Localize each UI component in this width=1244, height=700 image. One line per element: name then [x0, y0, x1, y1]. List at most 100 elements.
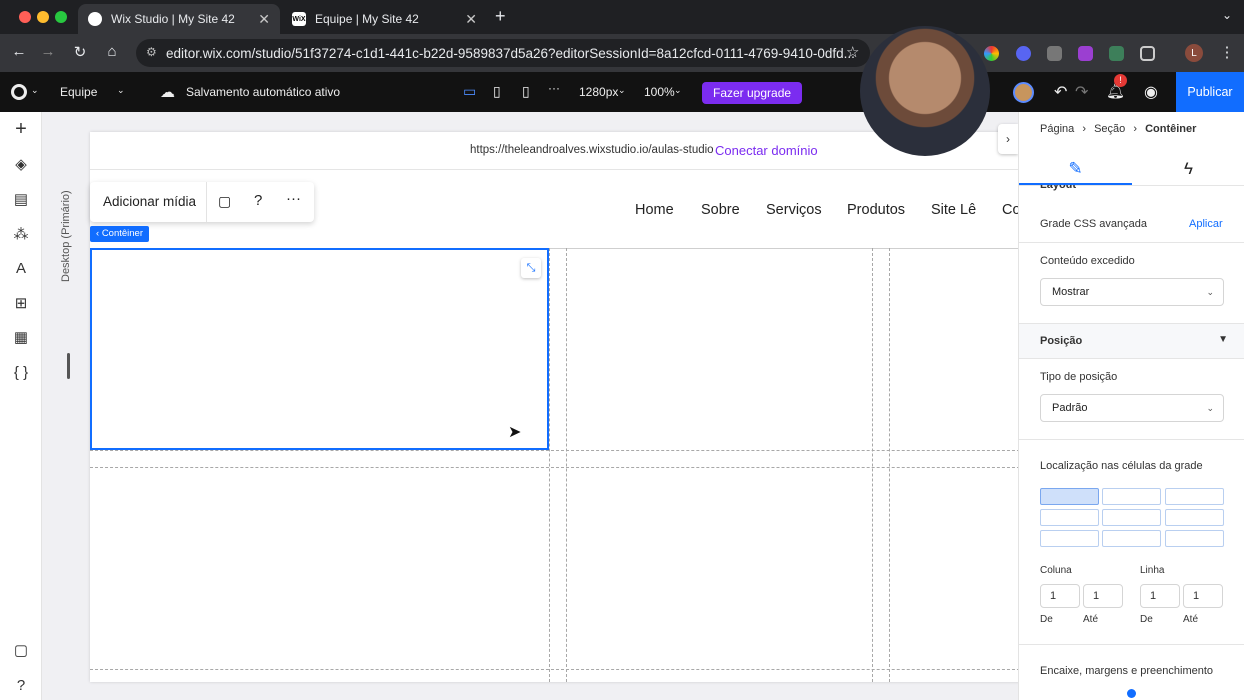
position-type-select[interactable]: Padrão ⌄ [1040, 394, 1224, 422]
container-tag[interactable]: ‹ Contêiner [90, 226, 150, 242]
new-tab-button[interactable]: + [495, 6, 506, 27]
nav-servicos[interactable]: Serviços [766, 202, 822, 218]
extension-color-icon[interactable] [984, 46, 999, 61]
editor-canvas[interactable]: Desktop (Primário) https://theleandroalv… [42, 112, 1018, 700]
bookmark-star-icon[interactable]: ☆ [846, 43, 859, 61]
preview-eye-icon[interactable]: ◉ [1144, 82, 1158, 102]
zoom-level[interactable]: 100% [644, 85, 675, 99]
browser-tab-wix-studio[interactable]: Wix Studio | My Site 42 ✕ [78, 4, 280, 34]
browser-tab-equipe[interactable]: WiX Equipe | My Site 42 ✕ [282, 4, 487, 34]
tab-title: Wix Studio | My Site 42 [111, 12, 235, 26]
position-section-header[interactable]: Posição ▼ [1019, 323, 1244, 359]
tab-search-icon[interactable]: ⌄ [1222, 8, 1232, 22]
profile-avatar[interactable]: L [1185, 44, 1203, 62]
wix-top-bar: ⌄ Equipe ⌄ ☁ Salvamento automático ativo… [0, 72, 1244, 112]
nav-site-le[interactable]: Site Lê [931, 202, 976, 218]
cms-table-icon[interactable]: ▦ [11, 327, 31, 347]
grid-cell[interactable] [1102, 488, 1161, 505]
publish-button[interactable]: Publicar [1176, 72, 1244, 112]
grid-cell[interactable] [1102, 509, 1161, 526]
site-info-icon[interactable]: ⚙ [146, 45, 157, 59]
nav-home[interactable]: Home [635, 202, 674, 218]
redo-icon[interactable]: ↷ [1075, 82, 1088, 102]
chevron-down-icon[interactable]: ⌄ [31, 85, 39, 96]
divider [1019, 242, 1244, 243]
nav-produtos[interactable]: Produtos [847, 202, 905, 218]
breadcrumb-section[interactable]: Seção [1094, 123, 1125, 135]
add-media-button[interactable]: Adicionar mídia [103, 194, 196, 209]
site-selector[interactable]: Equipe [60, 85, 97, 99]
extension-gear-icon[interactable] [1016, 46, 1031, 61]
nav-contato[interactable]: Co [1002, 202, 1018, 218]
connect-domain-link[interactable]: Conectar domínio [715, 143, 818, 158]
breadcrumb-page[interactable]: Página [1040, 123, 1074, 135]
minimize-window-button[interactable] [37, 11, 49, 23]
apply-grid-link[interactable]: Aplicar [1189, 218, 1223, 230]
extension-s-icon[interactable] [1078, 46, 1093, 61]
more-views-icon[interactable]: ··· [548, 81, 560, 95]
url-field[interactable]: ⚙ editor.wix.com/studio/51f37274-c1d1-44… [136, 39, 870, 67]
shrink-icon[interactable]: ⤡ [521, 258, 541, 278]
apps-icon[interactable]: ⊞ [11, 293, 31, 313]
comment-icon[interactable]: ▢ [218, 193, 231, 210]
back-icon[interactable]: ← [9, 43, 29, 60]
mobile-view-icon[interactable]: ▯ [522, 83, 530, 100]
chevron-down-icon[interactable]: ⌄ [618, 85, 626, 96]
help-icon[interactable]: ? [254, 192, 262, 209]
column-to-label: Até [1083, 614, 1099, 625]
reload-icon[interactable]: ↻ [70, 43, 90, 61]
maximize-window-button[interactable] [55, 11, 67, 23]
column-from-input[interactable]: 1 [1040, 584, 1080, 608]
extension-camera-icon[interactable] [1047, 46, 1062, 61]
chevron-down-icon[interactable]: ⌄ [117, 85, 125, 96]
grid-cell[interactable] [1165, 488, 1224, 505]
collapse-panel-button[interactable]: › [998, 124, 1018, 154]
tablet-view-icon[interactable]: ▯ [493, 83, 501, 100]
close-tab-icon[interactable]: ✕ [465, 11, 477, 28]
row-from-input[interactable]: 1 [1140, 584, 1180, 608]
webcam-overlay [860, 26, 990, 156]
tab-interactions[interactable]: ϟ [1132, 152, 1244, 186]
row-to-input[interactable]: 1 [1183, 584, 1223, 608]
grid-cell[interactable] [1040, 530, 1099, 547]
grid-cell[interactable] [1102, 530, 1161, 547]
upgrade-button[interactable]: Fazer upgrade [702, 82, 803, 104]
tab-title: Equipe | My Site 42 [315, 12, 419, 26]
avatar[interactable] [1013, 82, 1034, 103]
grid-cell[interactable] [1165, 509, 1224, 526]
column-to-input[interactable]: 1 [1083, 584, 1123, 608]
canvas-scroll-handle[interactable] [67, 353, 70, 379]
forward-icon[interactable]: → [38, 43, 58, 60]
comments-icon[interactable]: ▢ [11, 640, 31, 660]
chevron-down-icon[interactable]: ⌄ [674, 85, 682, 96]
layers-icon[interactable]: ◈ [11, 154, 31, 174]
pages-icon[interactable]: ▤ [11, 189, 31, 209]
browser-menu-icon[interactable]: ⋮ [1217, 43, 1237, 61]
more-actions-icon[interactable]: ··· [286, 190, 301, 207]
undo-icon[interactable]: ↶ [1054, 82, 1067, 102]
typography-icon[interactable]: A [11, 258, 31, 278]
viewport-width[interactable]: 1280px [579, 85, 618, 99]
home-icon[interactable]: ⌂ [102, 43, 122, 60]
breadcrumb: Página › Seção › Contêiner [1040, 123, 1196, 135]
overflow-select[interactable]: Mostrar ⌄ [1040, 278, 1224, 306]
breadcrumb-container[interactable]: Contêiner [1145, 123, 1196, 135]
tab-design[interactable]: ✎ [1019, 152, 1132, 186]
docking-dot[interactable] [1127, 689, 1136, 698]
selected-container[interactable]: ⤡ [90, 248, 549, 450]
grid-cell[interactable] [1040, 509, 1099, 526]
close-tab-icon[interactable]: ✕ [258, 11, 270, 28]
nav-sobre[interactable]: Sobre [701, 202, 740, 218]
close-window-button[interactable] [19, 11, 31, 23]
desktop-view-icon[interactable]: ▭ [463, 83, 476, 100]
wix-studio-logo-icon[interactable] [11, 84, 27, 100]
extensions-puzzle-icon[interactable] [1140, 46, 1155, 61]
grid-cell[interactable] [1165, 530, 1224, 547]
extension-badge-icon[interactable] [1109, 46, 1124, 61]
grid-cell[interactable] [1040, 488, 1099, 505]
help-icon[interactable]: ? [11, 675, 31, 695]
code-braces-icon[interactable]: { } [11, 362, 31, 382]
add-elements-icon[interactable]: + [11, 118, 31, 140]
divider [1019, 439, 1244, 440]
components-icon[interactable]: ⁂ [11, 224, 31, 244]
